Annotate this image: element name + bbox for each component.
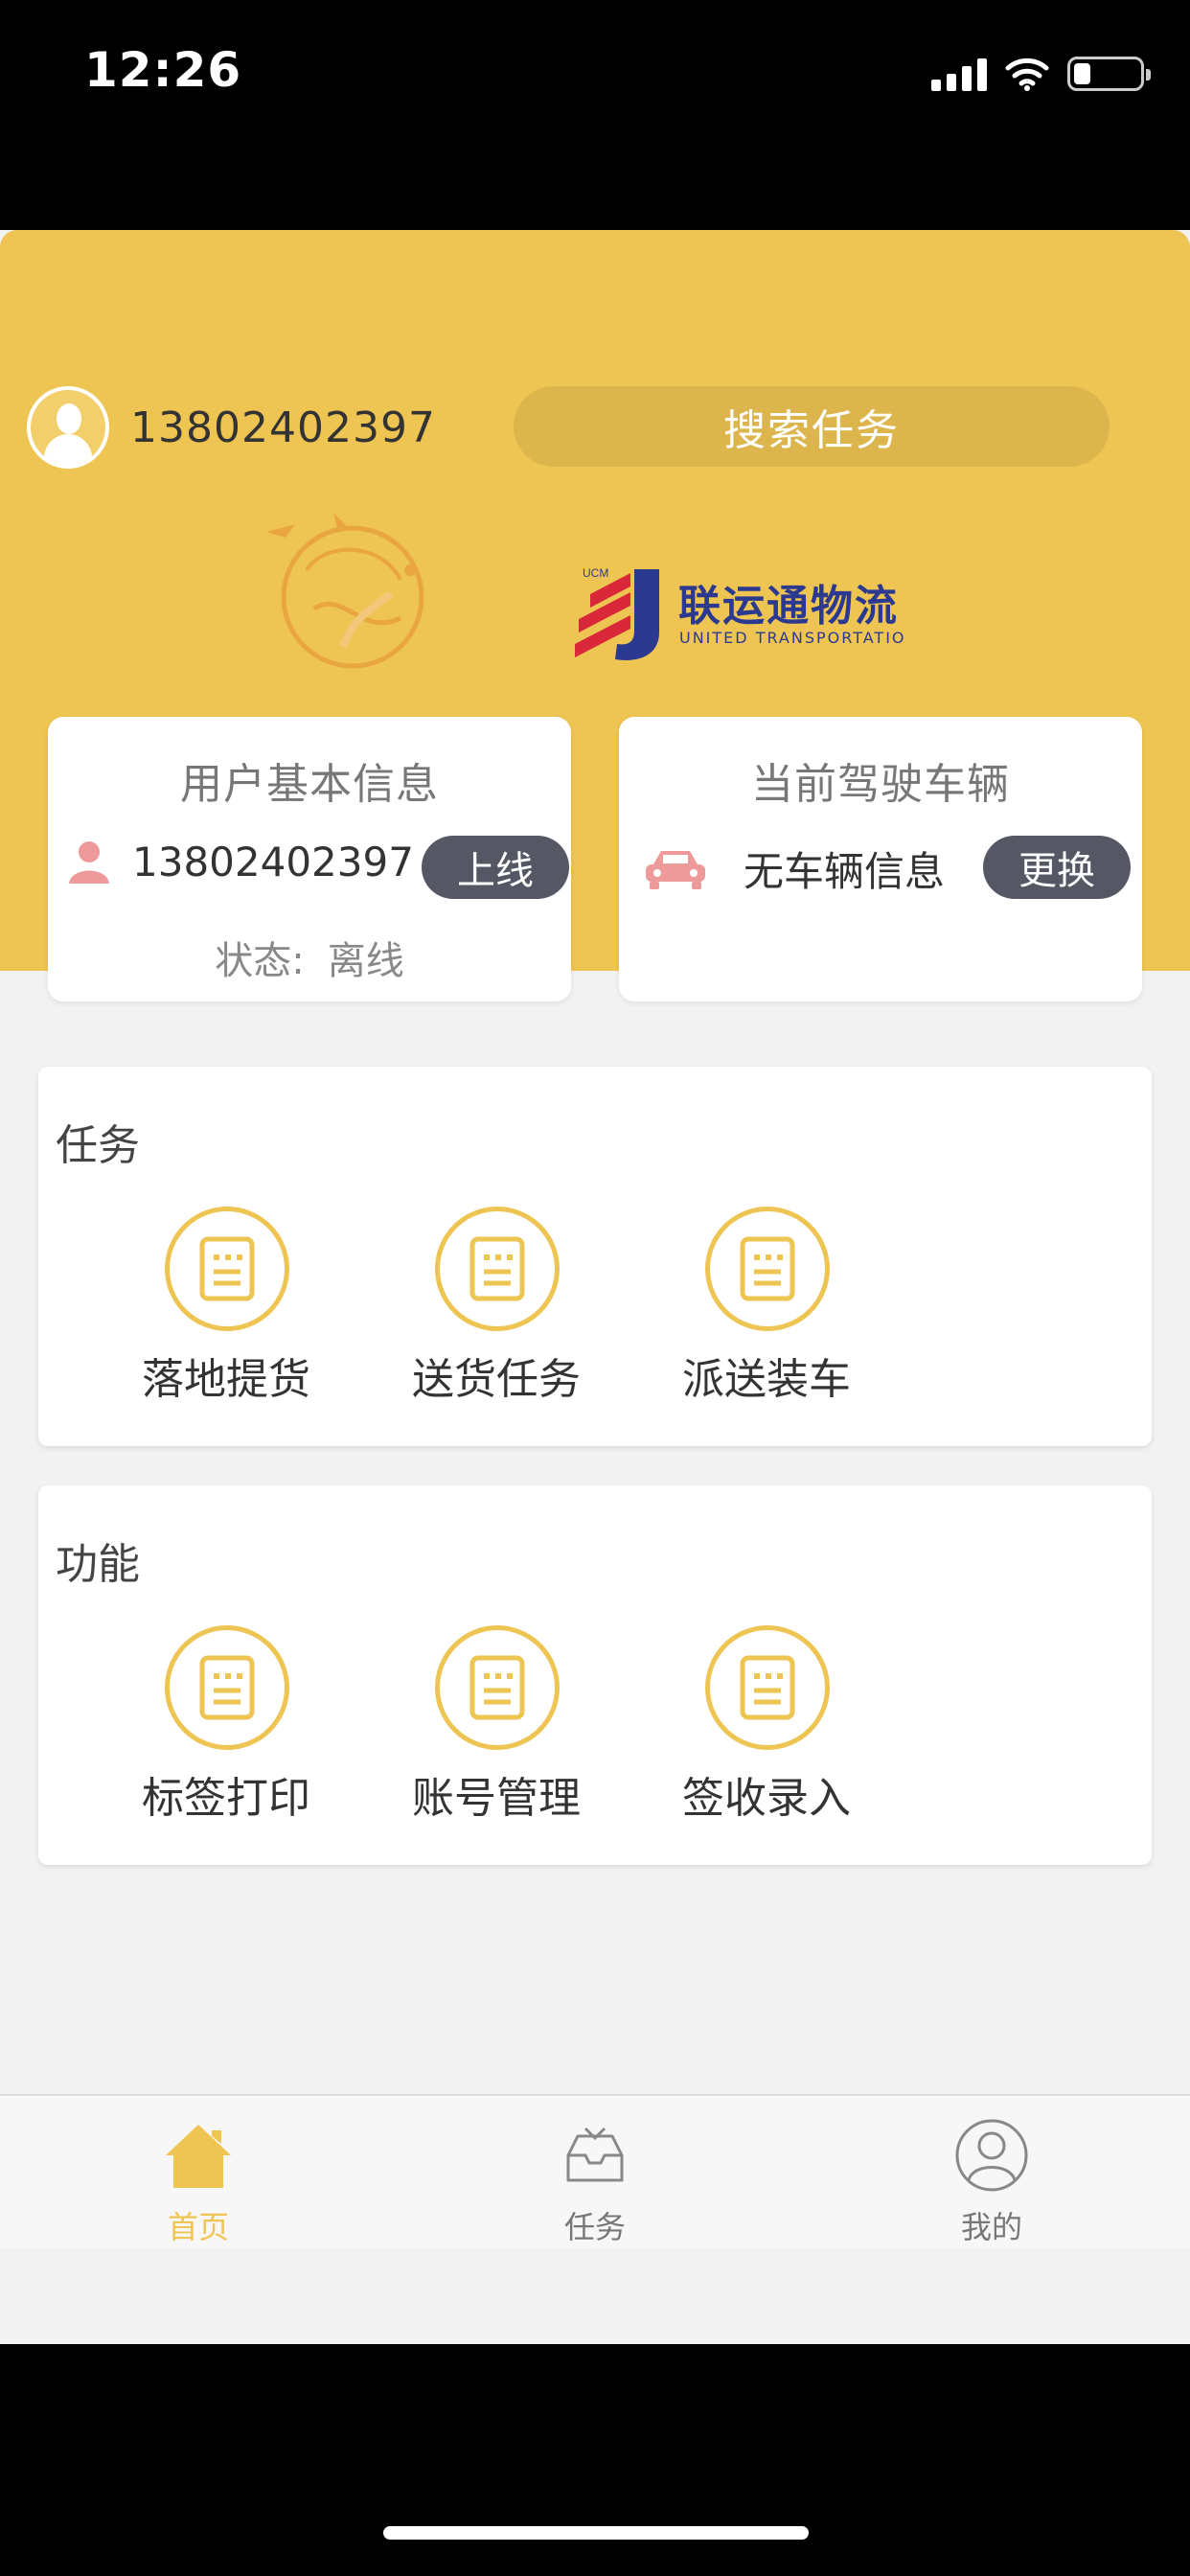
tasks-section-title: 任务 — [56, 1121, 140, 1170]
functions-section-title: 功能 — [56, 1540, 140, 1589]
battery-icon — [1067, 57, 1151, 91]
tab-mine-label: 我的 — [960, 2209, 1022, 2245]
function-label: 签收录入 — [682, 1774, 851, 1823]
inbox-icon — [566, 2127, 624, 2182]
tasks-section: 任务 落地提货 送货任务 派送装车 — [38, 1067, 1152, 1446]
task-label: 落地提货 — [142, 1355, 310, 1404]
go-online-button[interactable]: 上线 — [422, 836, 569, 899]
change-vehicle-button[interactable]: 更换 — [983, 836, 1131, 899]
app-screen: 13802402397 搜索任务 UCM 联运通物流 UNITED TRANSP… — [0, 230, 1190, 2344]
function-label: 账号管理 — [412, 1774, 581, 1823]
function-account-management[interactable]: 账号管理 — [391, 1625, 602, 1823]
task-dispatch-loading[interactable]: 派送装车 — [661, 1207, 872, 1404]
partner-logo: UCM 联运通物流 UNITED TRANSPORTATIO — [571, 564, 973, 669]
search-task-button[interactable]: 搜索任务 — [514, 386, 1110, 467]
signal-icon — [931, 57, 987, 91]
function-label: 标签打印 — [142, 1774, 310, 1823]
document-icon — [435, 1207, 560, 1331]
status-icons — [931, 50, 1151, 98]
vehicle-title: 当前驾驶车辆 — [751, 760, 1010, 809]
document-icon — [435, 1625, 560, 1750]
vehicle-card: 当前驾驶车辆 无车辆信息 更换 — [619, 717, 1142, 1001]
document-icon — [165, 1625, 289, 1750]
document-icon — [165, 1207, 289, 1331]
person-icon — [69, 841, 109, 884]
vehicle-row: 无车辆信息 — [642, 840, 945, 898]
home-icon — [166, 2125, 231, 2188]
user-info-phone: 13802402397 — [132, 838, 414, 886]
document-icon — [705, 1207, 830, 1331]
status-bar: 12:26 — [0, 0, 1190, 230]
company-logo-icon — [266, 513, 424, 669]
home-indicator[interactable] — [383, 2526, 809, 2540]
tab-tasks[interactable]: 任务 — [397, 2096, 793, 2249]
vehicle-info-text: 无车辆信息 — [744, 848, 946, 895]
status-time: 12:26 — [84, 42, 242, 98]
functions-section: 功能 标签打印 账号管理 签收录入 — [38, 1485, 1152, 1865]
user-info-card: 用户基本信息 13802402397 上线 状态: 离线 — [48, 717, 571, 1001]
partner-logo-badge: UCM — [583, 566, 608, 580]
user-info-title: 用户基本信息 — [180, 760, 439, 809]
function-label-print[interactable]: 标签打印 — [121, 1625, 332, 1823]
task-label: 送货任务 — [412, 1355, 581, 1404]
status-value: 离线 — [327, 939, 404, 983]
user-phone: 13802402397 — [130, 402, 436, 452]
task-landing-pickup[interactable]: 落地提货 — [121, 1207, 332, 1404]
user-summary[interactable]: 13802402397 — [27, 386, 436, 469]
partner-logo-subtitle: UNITED TRANSPORTATIO — [679, 629, 906, 647]
user-info-row: 13802402397 — [65, 838, 414, 886]
task-delivery[interactable]: 送货任务 — [391, 1207, 602, 1404]
avatar[interactable] — [27, 386, 109, 469]
car-icon — [646, 850, 705, 889]
document-icon — [705, 1625, 830, 1750]
partner-logo-name: 联运通物流 — [678, 582, 899, 631]
tab-home[interactable]: 首页 — [0, 2096, 397, 2249]
task-label: 派送装车 — [682, 1355, 851, 1404]
function-signature-entry[interactable]: 签收录入 — [661, 1625, 872, 1823]
status-label: 状态: — [215, 939, 305, 983]
wifi-icon — [1005, 58, 1049, 91]
bottom-tab-bar: 首页 任务 我的 — [0, 2094, 1190, 2247]
partner-logo-mark-icon: UCM — [575, 566, 659, 660]
tab-tasks-label: 任务 — [563, 2209, 626, 2245]
user-status: 状态: 离线 — [48, 930, 571, 985]
tab-mine[interactable]: 我的 — [793, 2096, 1190, 2249]
tab-home-label: 首页 — [167, 2209, 229, 2245]
user-circle-icon — [955, 2119, 1028, 2192]
